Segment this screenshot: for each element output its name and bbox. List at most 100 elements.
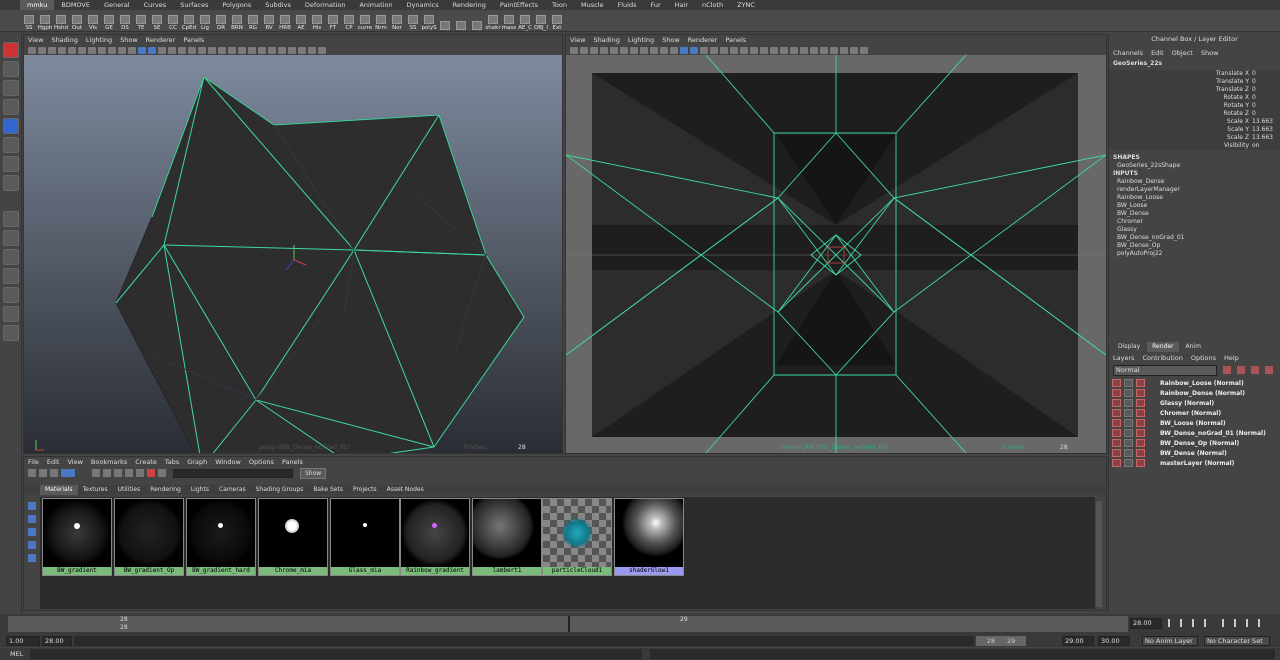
menu-shading[interactable]: Shading: [593, 36, 619, 44]
viewport-tool-icon[interactable]: [640, 46, 648, 54]
move-tool-icon[interactable]: [3, 99, 19, 115]
layer-visibility-toggle[interactable]: [1112, 399, 1121, 407]
shelf-button[interactable]: curre: [358, 11, 372, 31]
viewport-tool-icon[interactable]: [128, 46, 136, 54]
channel-attribute-value[interactable]: 0: [1252, 86, 1274, 94]
shelf-tab[interactable]: nCloth: [695, 0, 730, 10]
layer-tab-render[interactable]: Render: [1147, 342, 1179, 352]
hypershade-filter-input[interactable]: [173, 468, 293, 478]
material-swatch[interactable]: Glass_mia: [330, 498, 400, 576]
shelf-tab[interactable]: Fur: [643, 0, 667, 10]
hs-in-icon[interactable]: [136, 469, 144, 477]
go-to-start-icon[interactable]: [1168, 619, 1176, 627]
shelf-button[interactable]: Hgph: [38, 11, 52, 31]
channel-attribute[interactable]: Scale Y 13.663: [1109, 126, 1280, 134]
hypershade-menu-tabs[interactable]: Tabs: [165, 458, 179, 466]
channel-menu-channels[interactable]: Channels: [1113, 49, 1143, 57]
viewport-tool-icon[interactable]: [860, 46, 868, 54]
hs-sidebar-icon[interactable]: [28, 515, 36, 523]
layer-menu-contribution[interactable]: Contribution: [1143, 354, 1183, 362]
rotate-tool-icon[interactable]: [3, 118, 19, 134]
viewport-tool-icon[interactable]: [88, 46, 96, 54]
select-tool-icon[interactable]: [3, 42, 19, 58]
layer-renderable-toggle[interactable]: [1124, 389, 1133, 397]
perspective-scene[interactable]: [24, 55, 562, 453]
hypershade-tab[interactable]: Projects: [348, 485, 382, 495]
hypershade-menu-options[interactable]: Options: [249, 458, 274, 466]
shelf-tab[interactable]: Dynamics: [400, 0, 446, 10]
render-cam-scene[interactable]: [566, 55, 1106, 453]
menu-view[interactable]: View: [570, 36, 585, 44]
menu-panels[interactable]: Panels: [725, 36, 746, 44]
viewport-tool-icon[interactable]: [800, 46, 808, 54]
range-inner-end-field[interactable]: 29.00: [1062, 636, 1094, 646]
layer-visibility-toggle[interactable]: [1112, 449, 1121, 457]
shelf-button[interactable]: FT: [326, 11, 340, 31]
hypershade-menu-file[interactable]: File: [28, 458, 39, 466]
shelf-button[interactable]: SS: [22, 11, 36, 31]
viewport-tool-icon[interactable]: [228, 46, 236, 54]
channel-attribute[interactable]: Scale X 13.663: [1109, 118, 1280, 126]
viewport-render-cam[interactable]: View Shading Lighting Show Renderer Panels: [565, 34, 1107, 454]
layer-row[interactable]: BW_Loose (Normal): [1109, 418, 1280, 428]
input-node[interactable]: Glassy: [1109, 226, 1280, 234]
material-swatch[interactable]: BW_gradient_Op: [114, 498, 184, 576]
viewport-tool-icon[interactable]: [840, 46, 848, 54]
menu-lighting[interactable]: Lighting: [86, 36, 112, 44]
shelf-button[interactable]: polyS: [421, 11, 437, 31]
layer-options-icon[interactable]: [1251, 366, 1259, 374]
shape-node[interactable]: GeoSeries_22sShape: [1109, 162, 1280, 170]
shelf-button[interactable]: His: [310, 11, 324, 31]
layer-visibility-toggle[interactable]: [1112, 429, 1121, 437]
hypershade-tab[interactable]: Lights: [186, 485, 214, 495]
viewport-tool-icon[interactable]: [670, 46, 678, 54]
hypershade-menu-panels[interactable]: Panels: [282, 458, 303, 466]
channel-attribute[interactable]: Rotate X0: [1109, 94, 1280, 102]
channel-attribute[interactable]: Scale Z 13.663: [1109, 134, 1280, 142]
shelf-button[interactable]: mass: [502, 11, 516, 31]
go-to-end-icon[interactable]: [1252, 619, 1260, 627]
input-node[interactable]: Chromer: [1109, 218, 1280, 226]
layer-row[interactable]: masterLayer (Normal): [1109, 458, 1280, 468]
viewport-tool-icon[interactable]: [288, 46, 296, 54]
viewport-tool-icon[interactable]: [790, 46, 798, 54]
step-back-icon[interactable]: [1180, 619, 1188, 627]
viewport-tool-icon[interactable]: [28, 46, 36, 54]
hs-sidebar-icon[interactable]: [28, 541, 36, 549]
shelf-button[interactable]: RG: [246, 11, 260, 31]
layer-renderable-toggle[interactable]: [1124, 419, 1133, 427]
layer-delete-icon[interactable]: [1265, 366, 1273, 374]
viewport-tool-icon[interactable]: [770, 46, 778, 54]
material-swatch[interactable]: BW_gradient: [42, 498, 112, 576]
channel-attribute[interactable]: Rotate Y0: [1109, 102, 1280, 110]
input-node[interactable]: BW_Dense: [1109, 210, 1280, 218]
layer-renderable-toggle[interactable]: [1124, 429, 1133, 437]
viewport-tool-icon[interactable]: [278, 46, 286, 54]
layer-menu-help[interactable]: Help: [1224, 354, 1239, 362]
viewport-tool-icon[interactable]: [38, 46, 46, 54]
shelf-tab[interactable]: BDMOVE: [54, 0, 97, 10]
viewport-tool-icon[interactable]: [690, 46, 698, 54]
input-node[interactable]: Rainbow_Dense: [1109, 178, 1280, 186]
shelf-button[interactable]: DR: [214, 11, 228, 31]
viewport-tool-icon[interactable]: [600, 46, 608, 54]
shelf-button[interactable]: [470, 11, 484, 31]
last-tool-icon[interactable]: [3, 175, 19, 191]
hypershade-menu-edit[interactable]: Edit: [47, 458, 60, 466]
layer-row[interactable]: BW_Dense (Normal): [1109, 448, 1280, 458]
anim-layer-select[interactable]: No Anim Layer: [1142, 636, 1198, 646]
channel-menu-object[interactable]: Object: [1172, 49, 1193, 57]
menu-view[interactable]: View: [28, 36, 43, 44]
viewport-tool-icon[interactable]: [68, 46, 76, 54]
viewport-tool-icon[interactable]: [258, 46, 266, 54]
viewport-tool-icon[interactable]: [610, 46, 618, 54]
input-node[interactable]: BW_Loose: [1109, 202, 1280, 210]
viewport-tool-icon[interactable]: [590, 46, 598, 54]
shelf-button[interactable]: DS: [118, 11, 132, 31]
shelf-tab[interactable]: Rendering: [446, 0, 493, 10]
layer-visibility-toggle[interactable]: [1112, 389, 1121, 397]
time-slider[interactable]: 28 28 29 28.00: [0, 614, 1280, 634]
viewport-tool-icon[interactable]: [580, 46, 588, 54]
hs-layout2-icon[interactable]: [61, 469, 75, 477]
layer-renderable-toggle[interactable]: [1124, 379, 1133, 387]
